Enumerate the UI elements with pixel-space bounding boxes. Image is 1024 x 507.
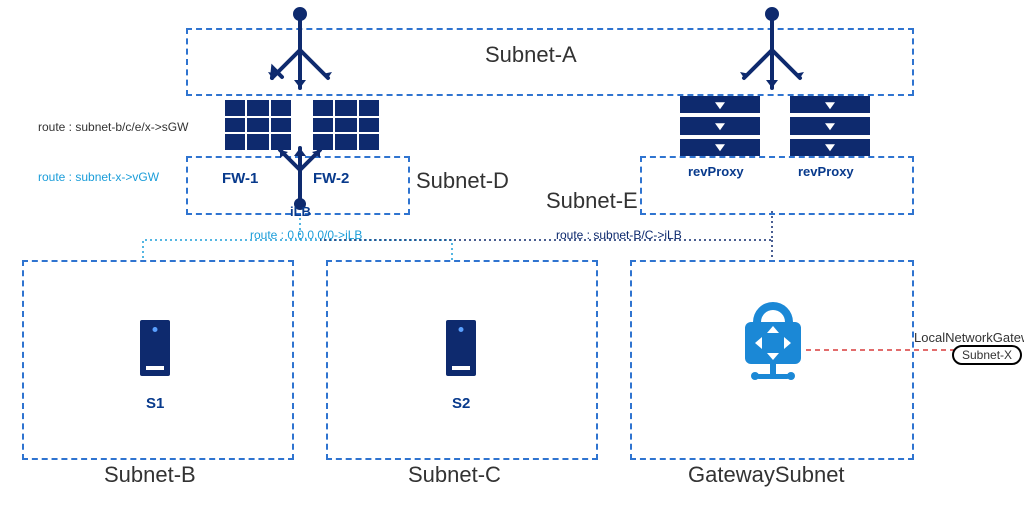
subnet-x-pill: Subnet-X bbox=[952, 345, 1022, 365]
subnet-e-label: Subnet-E bbox=[546, 188, 638, 214]
subnet-d-label: Subnet-D bbox=[416, 168, 509, 194]
route-bc-ilb-line bbox=[320, 211, 772, 240]
subnet-b-label: Subnet-B bbox=[104, 462, 196, 488]
firewall-1-icon bbox=[225, 100, 291, 150]
gateway-subnet-box bbox=[630, 260, 914, 460]
subnet-x-label: Subnet-X bbox=[962, 348, 1012, 362]
revproxy-2-icon bbox=[790, 96, 870, 156]
local-network-gateway-label: LocalNetworkGateway bbox=[914, 330, 1024, 345]
rp1-label: revProxy bbox=[688, 164, 744, 179]
ilb-label: iLB bbox=[290, 204, 311, 219]
s1-label: S1 bbox=[146, 395, 164, 412]
revproxy-1-icon bbox=[680, 96, 760, 156]
subnet-a-label: Subnet-A bbox=[485, 42, 577, 68]
subnet-e-box bbox=[640, 156, 914, 215]
route-vgw-label: route : subnet-x->vGW bbox=[38, 170, 159, 184]
route-sgw-label: route : subnet-b/c/e/x->sGW bbox=[38, 120, 188, 134]
gateway-subnet-label: GatewaySubnet bbox=[688, 462, 845, 488]
fw1-label: FW-1 bbox=[222, 170, 258, 187]
s2-label: S2 bbox=[452, 395, 470, 412]
subnet-c-label: Subnet-C bbox=[408, 462, 501, 488]
server-s2-icon bbox=[446, 320, 476, 376]
route-default-ilb-label: route : 0.0.0.0/0->iLB bbox=[250, 228, 362, 242]
rp2-label: revProxy bbox=[798, 164, 854, 179]
route-bc-ilb-label: route : subnet-B/C->iLB bbox=[556, 228, 682, 242]
server-s1-icon bbox=[140, 320, 170, 376]
fw2-label: FW-2 bbox=[313, 170, 349, 187]
firewall-2-icon bbox=[313, 100, 379, 150]
